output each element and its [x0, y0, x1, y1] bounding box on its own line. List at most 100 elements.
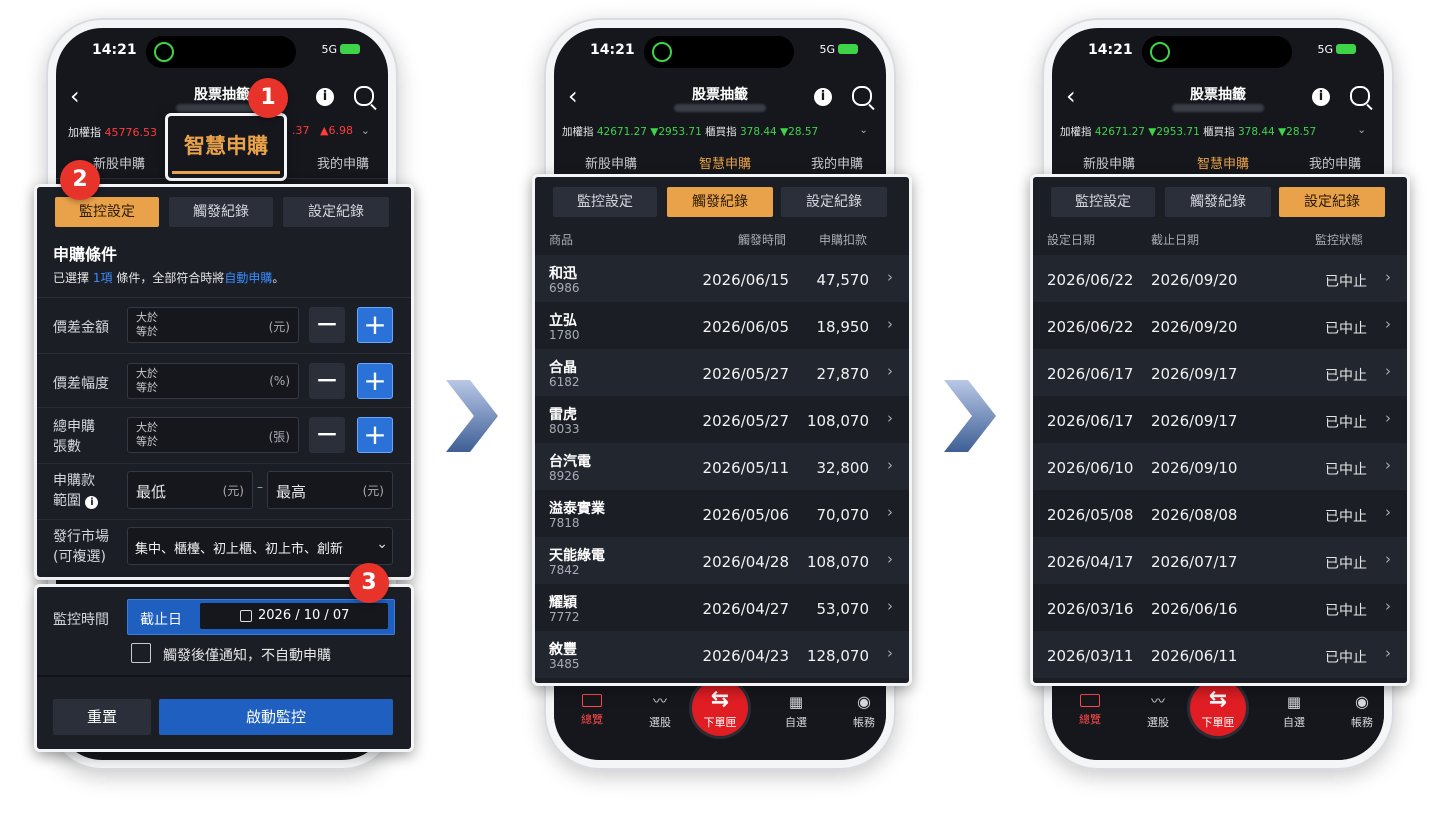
price-diff-amount-input[interactable]: 大於 等於 (元) [127, 307, 299, 343]
smart-subscription-callout[interactable]: 智慧申購 [165, 113, 287, 181]
set-date: 2026/06/10 [1047, 459, 1134, 477]
start-monitor-button[interactable]: 啟動監控 [159, 699, 393, 735]
debit-amount: 47,570 [816, 271, 870, 289]
condition-row: 價差幅度 大於 等於 (%) − + [37, 353, 411, 407]
dynamic-island [1142, 36, 1292, 68]
decrement-button[interactable]: − [309, 363, 345, 399]
nav-order-box[interactable]: ⇆ 下單匣 [1190, 680, 1246, 736]
search-icon[interactable] [852, 86, 872, 106]
deadline-field[interactable]: 截止日 2026 / 10 / 07 [127, 599, 395, 635]
trigger-row[interactable]: 合晶 6182 2026/05/27 27,870 › [535, 349, 909, 396]
increment-button[interactable]: + [357, 307, 393, 343]
chevron-right-icon: › [1385, 456, 1391, 474]
stock-code: 1780 [549, 328, 580, 342]
max-amount-input[interactable]: 最高 (元) [267, 471, 393, 509]
chevron-down-icon[interactable]: ⌄ [361, 124, 370, 137]
condition-row: 價差金額 大於 等於 (元) − + [37, 297, 411, 353]
status-bar: 14:21 5G [554, 28, 886, 72]
trigger-row[interactable]: 和迅 6986 2026/06/15 47,570 › [535, 255, 909, 302]
min-amount-input[interactable]: 最低 (元) [127, 471, 253, 509]
record-row[interactable]: 2026/05/08 2026/08/08 已中止 › [1033, 490, 1407, 537]
reset-button[interactable]: 重置 [53, 699, 151, 735]
tab-new-ipo[interactable]: 新股申購 [556, 153, 666, 172]
decrement-button[interactable]: − [309, 307, 345, 343]
record-row[interactable]: 2026/03/11 2026/06/11 已中止 › [1033, 631, 1407, 678]
nav-stock-picker[interactable]: 〰選股 [1136, 694, 1180, 730]
trigger-date: 2026/05/27 [702, 412, 789, 430]
info-icon[interactable]: i [814, 88, 832, 106]
segment-setting-log[interactable]: 設定紀錄 [1279, 187, 1385, 217]
trigger-row[interactable]: 立弘 1780 2026/06/05 18,950 › [535, 302, 909, 349]
setting-log-card: 監控設定 觸發紀錄 設定紀錄 設定日期 截止日期 監控狀態 2026/06/22… [1030, 174, 1410, 686]
search-icon[interactable] [354, 86, 374, 106]
chevron-down-icon[interactable]: ⌄ [859, 124, 868, 136]
column-header-debit: 申購扣款 [819, 233, 868, 247]
segment-monitor-settings[interactable]: 監控設定 [55, 197, 159, 227]
info-icon[interactable]: i [1312, 88, 1330, 106]
trigger-date: 2026/04/23 [702, 647, 789, 665]
trigger-row[interactable]: 耀穎 7772 2026/04/27 53,070 › [535, 584, 909, 631]
segment-monitor-settings[interactable]: 監控設定 [553, 187, 657, 217]
condition-row: 總申購 張數 大於 等於 (張) − + [37, 407, 411, 463]
record-row[interactable]: 2026/06/22 2026/09/20 已中止 › [1033, 255, 1407, 302]
increment-button[interactable]: + [357, 363, 393, 399]
info-icon[interactable]: i [85, 496, 99, 509]
nav-account[interactable]: ◉ 帳務 [1340, 694, 1384, 730]
trigger-row[interactable]: 敘豐 3485 2026/04/23 128,070 › [535, 631, 909, 678]
trigger-row[interactable]: 台汽電 8926 2026/05/11 32,800 › [535, 443, 909, 490]
tab-smart-subscription[interactable]: 智慧申購 [1168, 153, 1278, 180]
trigger-row[interactable]: 雷虎 8033 2026/05/27 108,070 › [535, 396, 909, 443]
tab-my-subscriptions[interactable]: 我的申購 [782, 153, 886, 172]
record-row[interactable]: 2026/06/17 2026/09/17 已中止 › [1033, 396, 1407, 443]
debit-amount: 128,070 [806, 647, 869, 665]
record-row[interactable]: 2026/06/10 2026/09/10 已中止 › [1033, 443, 1407, 490]
monitor-settings-card: 監控設定 觸發紀錄 設定紀錄 申購條件 已選擇 1項 條件，全部符合時將自動申購… [34, 184, 414, 580]
deadline-date: 2026 / 10 / 07 [258, 608, 350, 623]
price-diff-percent-input[interactable]: 大於 等於 (%) [127, 363, 299, 399]
record-row[interactable]: 2026/06/22 2026/09/20 已中止 › [1033, 302, 1407, 349]
segment-trigger-log[interactable]: 觸發紀錄 [667, 187, 773, 217]
total-lots-input[interactable]: 大於 等於 (張) [127, 417, 299, 453]
column-header-end-date: 截止日期 [1151, 233, 1200, 247]
chevron-right-icon: › [1385, 315, 1391, 333]
link-icon [154, 42, 174, 62]
info-icon[interactable]: i [316, 88, 334, 106]
set-date: 2026/06/17 [1047, 365, 1134, 383]
tab-my-subscriptions[interactable]: 我的申購 [1280, 153, 1384, 172]
nav-watchlist[interactable]: ▦ 自選 [774, 694, 818, 730]
step-badge-3: 3 [349, 563, 389, 603]
segment-monitor-settings[interactable]: 監控設定 [1051, 187, 1155, 217]
decrement-button[interactable]: − [309, 417, 345, 453]
grid-icon: ▦ [1286, 693, 1302, 711]
tab-new-ipo[interactable]: 新股申購 [1054, 153, 1164, 172]
nav-account[interactable]: ◉ 帳務 [842, 694, 886, 730]
market-select[interactable]: 集中、櫃檯、初上櫃、初上市、創新 ⌄ [127, 527, 393, 565]
calendar-icon [240, 610, 252, 622]
stock-code: 3485 [549, 657, 580, 671]
tab-my-subscriptions[interactable]: 我的申購 [288, 153, 388, 172]
chevron-down-icon[interactable]: ⌄ [1357, 124, 1366, 136]
record-row[interactable]: 2026/06/17 2026/09/17 已中止 › [1033, 349, 1407, 396]
nav-stock-picker[interactable]: 〰選股 [638, 694, 682, 730]
segment-trigger-log[interactable]: 觸發紀錄 [169, 197, 273, 227]
segment-setting-log[interactable]: 設定紀錄 [781, 187, 887, 217]
segment-trigger-log[interactable]: 觸發紀錄 [1165, 187, 1271, 217]
chevron-right-icon: › [1385, 409, 1391, 427]
nav-watchlist[interactable]: ▦ 自選 [1272, 694, 1316, 730]
nav-order-box[interactable]: ⇆ 下單匣 [692, 680, 748, 736]
tab-smart-subscription[interactable]: 智慧申購 [670, 153, 780, 180]
record-row[interactable]: 2026/03/16 2026/06/16 已中止 › [1033, 584, 1407, 631]
trigger-date: 2026/05/06 [702, 506, 789, 524]
nav-overview[interactable]: 總覽 [1068, 694, 1112, 727]
subtitle-blurred [674, 104, 766, 112]
trend-chart-icon: 〰 [1151, 694, 1165, 710]
increment-button[interactable]: + [357, 417, 393, 453]
nav-overview[interactable]: 總覽 [570, 694, 614, 727]
search-icon[interactable] [1350, 86, 1370, 106]
segment-setting-log[interactable]: 設定紀錄 [283, 197, 389, 227]
record-row[interactable]: 2026/04/17 2026/07/17 已中止 › [1033, 537, 1407, 584]
notify-only-checkbox[interactable] [131, 643, 151, 663]
debit-amount: 70,070 [816, 506, 870, 524]
trigger-row[interactable]: 溢泰實業 7818 2026/05/06 70,070 › [535, 490, 909, 537]
trigger-row[interactable]: 天能綠電 7842 2026/04/28 108,070 › [535, 537, 909, 584]
